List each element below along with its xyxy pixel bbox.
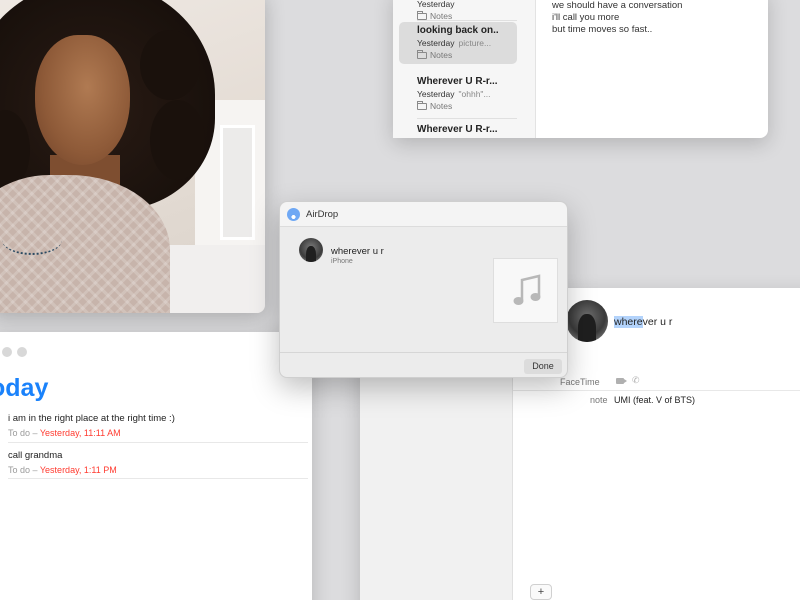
notes-list: Yesterday Notes looking back on... Yeste… <box>393 0 536 138</box>
recipient-device: iPhone <box>331 258 353 265</box>
folder-icon <box>417 10 427 20</box>
recipient-avatar[interactable] <box>299 238 323 262</box>
airdrop-header: AirDrop <box>280 202 567 227</box>
recipient-name[interactable]: wherever u r <box>331 246 384 257</box>
divider <box>417 20 517 21</box>
note-line: but time moves so fast.. <box>552 24 653 35</box>
reminder-meta: To do – Yesterday, 11:11 AM <box>8 428 121 438</box>
facetime-label: FaceTime <box>560 377 600 387</box>
folder-icon <box>417 49 427 59</box>
reminder-item[interactable]: i am in the right place at the right tim… <box>8 413 308 438</box>
divider <box>280 352 567 353</box>
note-title: Wherever U R-r... <box>417 124 498 135</box>
video-camera-icon[interactable] <box>616 378 627 384</box>
note-item[interactable]: Wherever U R-r... Yesterday "ohhh"... Not… <box>399 73 517 115</box>
note-folder: Notes <box>417 49 499 60</box>
music-note-icon <box>513 274 541 305</box>
note-body[interactable]: we should have a conversation i'll call … <box>552 0 682 36</box>
airdrop-sheet: AirDrop wherever u r iPhone Done <box>279 201 568 378</box>
note-title: Wherever U R-r... <box>417 76 498 87</box>
note-field[interactable]: UMI (feat. V of BTS) <box>614 395 695 405</box>
folder-icon <box>417 100 427 110</box>
note-title: looking back on... <box>417 25 499 36</box>
note-item-selected[interactable]: looking back on... Yesterday picture... N… <box>399 22 517 64</box>
note-label: note <box>590 395 608 405</box>
hair-curl <box>150 100 205 180</box>
reminder-item[interactable]: call grandma To do – Yesterday, 1:11 PM <box>8 450 308 475</box>
note-date: Yesterday picture... <box>417 38 492 48</box>
divider <box>8 442 308 443</box>
person-face <box>35 35 130 165</box>
note-folder: Notes <box>417 100 499 111</box>
window-close-button[interactable] <box>2 347 12 357</box>
airdrop-title: AirDrop <box>306 209 339 220</box>
divider <box>417 118 517 119</box>
done-button[interactable]: Done <box>524 359 562 374</box>
reminder-text[interactable]: call grandma <box>8 450 308 461</box>
note-line: we should have a conversation <box>552 0 683 11</box>
reminder-text[interactable]: i am in the right place at the right tim… <box>8 413 308 424</box>
note-date: Yesterday "ohhh"... <box>417 89 491 99</box>
divider <box>8 478 308 479</box>
add-contact-button[interactable]: + <box>530 584 552 600</box>
background-door <box>220 125 255 240</box>
reminder-meta: To do – Yesterday, 1:11 PM <box>8 465 117 475</box>
reminders-window: oday i am in the right place at the righ… <box>0 332 312 600</box>
note-date: Yesterday <box>417 0 455 9</box>
facetime-video-window <box>0 0 265 313</box>
divider <box>513 390 800 391</box>
note-item[interactable]: Wherever U R-r... <box>399 121 517 139</box>
hair-curl <box>140 30 200 100</box>
list-title: oday <box>0 374 49 402</box>
person-necklace <box>2 225 62 255</box>
notes-window: Yesterday Notes looking back on... Yeste… <box>393 0 768 138</box>
window-minimize-button[interactable] <box>17 347 27 357</box>
shared-item-thumbnail <box>493 258 558 323</box>
note-line: i'll call you more <box>552 12 620 23</box>
contact-name-field[interactable]: wherever u r <box>614 316 672 328</box>
phone-icon[interactable]: ✆ <box>632 375 640 386</box>
contact-avatar[interactable] <box>566 300 608 342</box>
airdrop-icon <box>287 208 300 221</box>
